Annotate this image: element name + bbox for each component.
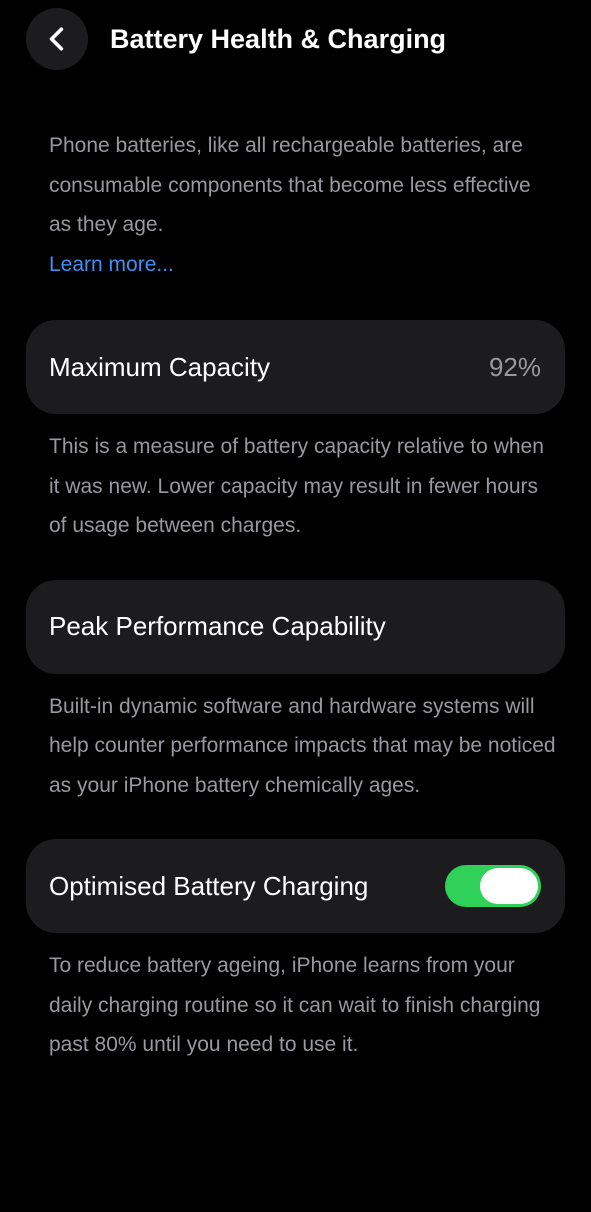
toggle-knob [480,868,538,904]
navigation-bar: Battery Health & Charging [26,8,565,70]
optimised-charging-label: Optimised Battery Charging [49,870,369,901]
intro-text: Phone batteries, like all rechargeable b… [49,134,531,236]
settings-content: Phone batteries, like all rechargeable b… [26,126,565,1065]
peak-performance-description: Built-in dynamic software and hardware s… [49,694,556,797]
page-title: Battery Health & Charging [110,23,447,54]
maximum-capacity-description: This is a measure of battery capacity re… [49,435,544,537]
maximum-capacity-label: Maximum Capacity [49,351,271,382]
learn-more-link[interactable]: Learn more... [26,245,565,285]
peak-performance-row[interactable]: Peak Performance Capability [26,579,565,674]
maximum-capacity-value: 92% [488,351,541,382]
peak-performance-label: Peak Performance Capability [49,611,386,641]
back-button[interactable] [26,8,88,70]
optimised-charging-toggle[interactable] [445,865,541,907]
maximum-capacity-row: Maximum Capacity 92% [26,320,565,414]
optimised-charging-row: Optimised Battery Charging [26,839,565,933]
chevron-left-icon [49,27,64,51]
optimised-charging-description: To reduce battery ageing, iPhone learns … [49,954,541,1056]
